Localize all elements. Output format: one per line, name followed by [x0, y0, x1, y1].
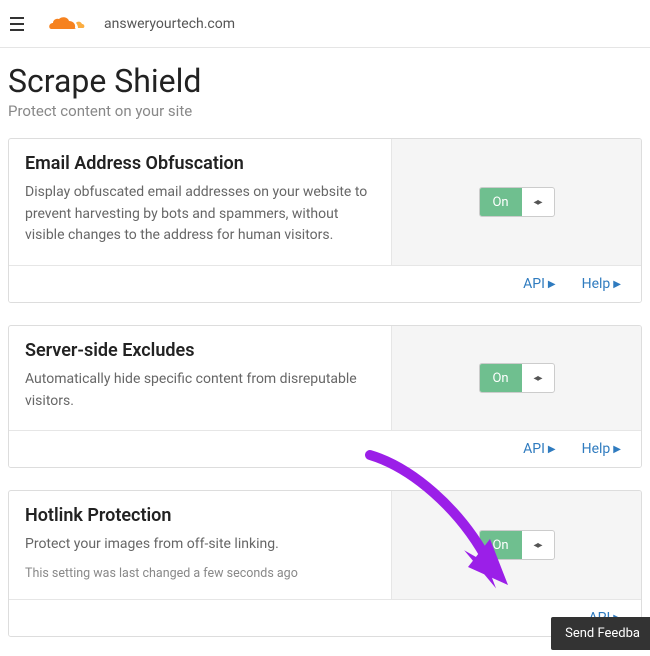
card-title: Email Address Obfuscation: [25, 153, 375, 174]
help-link[interactable]: Help▶: [582, 441, 621, 457]
toggle-server-side-excludes[interactable]: On ◂▸: [479, 363, 555, 393]
page-subtitle: Protect content on your site: [8, 102, 642, 120]
toggle-knob-icon: ◂▸: [522, 364, 554, 392]
card-email-obfuscation: Email Address Obfuscation Display obfusc…: [8, 138, 642, 303]
toggle-on-label: On: [480, 531, 522, 559]
card-server-side-excludes: Server-side Excludes Automatically hide …: [8, 325, 642, 468]
help-link-label: Help: [582, 276, 611, 292]
toggle-on-label: On: [480, 364, 522, 392]
send-feedback-label: Send Feedba: [565, 626, 640, 641]
caret-right-icon: ▶: [613, 279, 621, 290]
card-desc: Protect your images from off-site linkin…: [25, 534, 375, 556]
card-desc: Automatically hide specific content from…: [25, 369, 375, 412]
caret-right-icon: ▶: [548, 444, 556, 455]
page-content: Scrape Shield Protect content on your si…: [0, 48, 650, 637]
menu-icon[interactable]: [10, 17, 24, 31]
domain-name[interactable]: answeryourtech.com: [104, 16, 235, 32]
api-link-label: API: [523, 276, 545, 292]
api-link[interactable]: API▶: [523, 276, 555, 292]
card-title: Server-side Excludes: [25, 340, 375, 361]
toggle-hotlink-protection[interactable]: On ◂▸: [479, 530, 555, 560]
card-title: Hotlink Protection: [25, 505, 375, 526]
topbar: answeryourtech.com: [0, 0, 650, 48]
page-title: Scrape Shield: [8, 62, 642, 100]
caret-right-icon: ▶: [548, 279, 556, 290]
card-note: This setting was last changed a few seco…: [25, 566, 375, 581]
toggle-knob-icon: ◂▸: [522, 531, 554, 559]
card-hotlink-protection: Hotlink Protection Protect your images f…: [8, 490, 642, 637]
send-feedback-button[interactable]: Send Feedba: [551, 617, 650, 650]
toggle-knob-icon: ◂▸: [522, 188, 554, 216]
help-link-label: Help: [582, 441, 611, 457]
api-link-label: API: [523, 441, 545, 457]
caret-right-icon: ▶: [613, 444, 621, 455]
card-desc: Display obfuscated email addresses on yo…: [25, 182, 375, 247]
help-link[interactable]: Help▶: [582, 276, 621, 292]
api-link[interactable]: API▶: [523, 441, 555, 457]
toggle-on-label: On: [480, 188, 522, 216]
cloudflare-logo-icon[interactable]: [42, 14, 86, 34]
toggle-email-obfuscation[interactable]: On ◂▸: [479, 187, 555, 217]
